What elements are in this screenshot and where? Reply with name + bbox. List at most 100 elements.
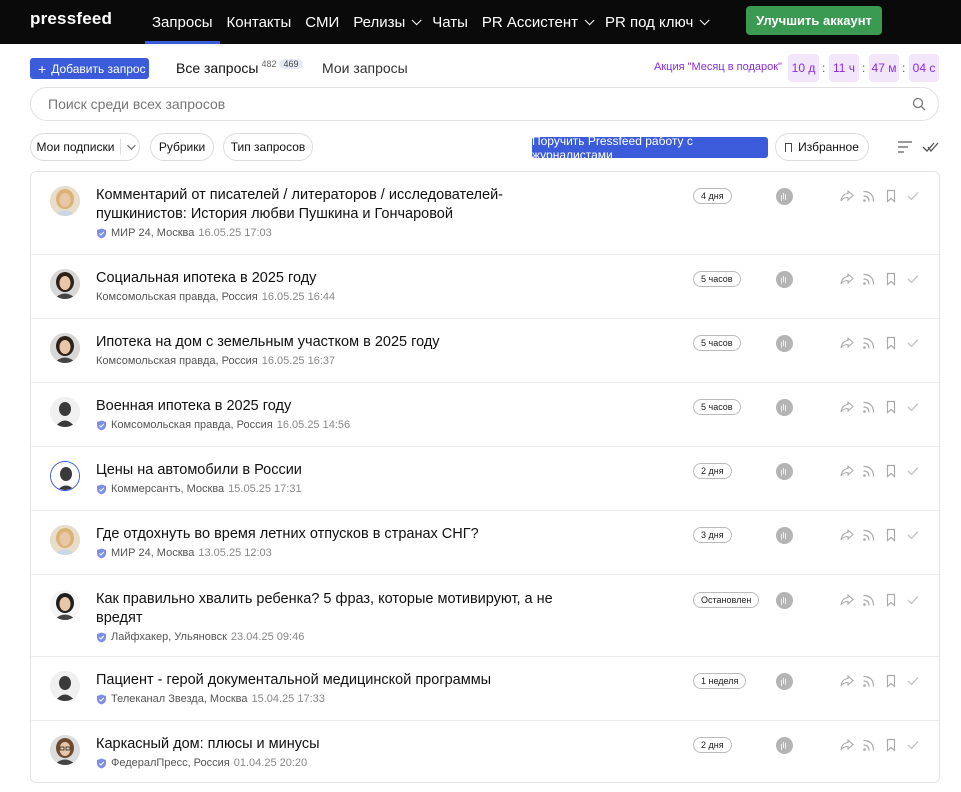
stats-icon[interactable] (776, 271, 793, 288)
tab-all-requests[interactable]: Все запросы 482 469 (176, 59, 303, 76)
check-icon[interactable] (906, 528, 920, 542)
request-source[interactable]: МИР 24, Москва (111, 227, 194, 239)
bookmark-icon[interactable] (884, 738, 898, 752)
rss-icon[interactable] (862, 528, 876, 542)
check-icon[interactable] (906, 674, 920, 688)
share-icon[interactable] (840, 738, 854, 752)
bookmark-icon[interactable] (884, 528, 898, 542)
request-title[interactable]: Как правильно хвалить ребенка? 5 фраз, к… (96, 590, 576, 628)
avatar[interactable] (50, 525, 80, 555)
subscriptions-filter[interactable]: Мои подписки (30, 133, 140, 161)
search-icon[interactable] (912, 97, 926, 111)
request-row[interactable]: Социальная ипотека в 2025 году Комсомольс… (31, 255, 939, 319)
nav-item[interactable]: Чаты (425, 0, 475, 44)
logo[interactable]: pressfeed (30, 9, 112, 29)
sort-icon[interactable] (898, 141, 912, 153)
nav-item[interactable]: PR под ключ (598, 0, 713, 44)
request-row[interactable]: Каркасный дом: плюсы и минусы ФедералПрес… (31, 721, 939, 782)
check-icon[interactable] (906, 189, 920, 203)
avatar[interactable] (50, 269, 80, 299)
avatar[interactable] (50, 461, 80, 491)
request-row[interactable]: Военная ипотека в 2025 году Комсомольская… (31, 383, 939, 447)
avatar[interactable] (50, 590, 80, 620)
avatar[interactable] (50, 397, 80, 427)
share-icon[interactable] (840, 189, 854, 203)
upgrade-account-button[interactable]: Улучшить аккаунт (746, 6, 882, 35)
nav-item[interactable]: Запросы (145, 0, 220, 44)
request-title[interactable]: Военная ипотека в 2025 году (96, 397, 576, 416)
check-icon[interactable] (906, 336, 920, 350)
bookmark-icon[interactable] (884, 272, 898, 286)
request-source[interactable]: Комсомольская правда, Россия (96, 355, 258, 367)
request-row[interactable]: Как правильно хвалить ребенка? 5 фраз, к… (31, 575, 939, 657)
request-title[interactable]: Комментарий от писателей / литераторов /… (96, 186, 576, 224)
share-icon[interactable] (840, 593, 854, 607)
request-title[interactable]: Где отдохнуть во время летних отпусков в… (96, 525, 576, 544)
favorites-button[interactable]: Избранное (775, 133, 869, 161)
bookmark-icon[interactable] (884, 336, 898, 350)
mark-all-read-icon[interactable] (922, 141, 940, 153)
stats-icon[interactable] (776, 592, 793, 609)
share-icon[interactable] (840, 528, 854, 542)
request-row[interactable]: Где отдохнуть во время летних отпусков в… (31, 511, 939, 575)
nav-item[interactable]: Релизы (346, 0, 425, 44)
avatar[interactable] (50, 333, 80, 363)
share-icon[interactable] (840, 400, 854, 414)
rss-icon[interactable] (862, 400, 876, 414)
rss-icon[interactable] (862, 738, 876, 752)
check-icon[interactable] (906, 464, 920, 478)
request-title[interactable]: Ипотека на дом с земельным участком в 20… (96, 333, 576, 352)
stats-icon[interactable] (776, 188, 793, 205)
request-title[interactable]: Цены на автомобили в России (96, 461, 576, 480)
stats-icon[interactable] (776, 673, 793, 690)
search-input[interactable] (48, 96, 868, 112)
stats-icon[interactable] (776, 463, 793, 480)
rss-icon[interactable] (862, 593, 876, 607)
request-row[interactable]: Ипотека на дом с земельным участком в 20… (31, 319, 939, 383)
rss-icon[interactable] (862, 189, 876, 203)
avatar[interactable] (50, 671, 80, 701)
check-icon[interactable] (906, 738, 920, 752)
delegate-pressfeed-button[interactable]: Поручить Pressfeed работу с журналистами (532, 134, 768, 162)
share-icon[interactable] (840, 464, 854, 478)
share-icon[interactable] (840, 336, 854, 350)
bookmark-icon[interactable] (884, 400, 898, 414)
nav-item[interactable]: Контакты (220, 0, 299, 44)
stats-icon[interactable] (776, 399, 793, 416)
request-source[interactable]: Комсомольская правда, Россия (111, 419, 273, 431)
stats-icon[interactable] (776, 737, 793, 754)
request-source[interactable]: Телеканал Звезда, Москва (111, 693, 247, 705)
request-source[interactable]: Лайфхакер, Ульяновск (111, 631, 227, 643)
request-source[interactable]: МИР 24, Москва (111, 547, 194, 559)
check-icon[interactable] (906, 400, 920, 414)
rss-icon[interactable] (862, 674, 876, 688)
rss-icon[interactable] (862, 464, 876, 478)
share-icon[interactable] (840, 272, 854, 286)
bookmark-icon[interactable] (884, 593, 898, 607)
stats-icon[interactable] (776, 527, 793, 544)
request-row[interactable]: Пациент - герой документальной медицинск… (31, 657, 939, 721)
request-row[interactable]: Цены на автомобили в России Коммерсантъ, … (31, 447, 939, 511)
share-icon[interactable] (840, 674, 854, 688)
nav-item[interactable]: СМИ (298, 0, 346, 44)
stats-icon[interactable] (776, 335, 793, 352)
tab-my-requests[interactable]: Мои запросы (322, 60, 408, 76)
request-source[interactable]: Комсомольская правда, Россия (96, 291, 258, 303)
request-type-filter[interactable]: Тип запросов (223, 133, 313, 161)
request-source[interactable]: Коммерсантъ, Москва (111, 483, 224, 495)
request-title[interactable]: Каркасный дом: плюсы и минусы (96, 735, 576, 754)
rss-icon[interactable] (862, 336, 876, 350)
rss-icon[interactable] (862, 272, 876, 286)
request-source[interactable]: ФедералПресс, Россия (111, 757, 230, 769)
check-icon[interactable] (906, 272, 920, 286)
bookmark-icon[interactable] (884, 464, 898, 478)
avatar[interactable] (50, 186, 80, 216)
rubrics-filter[interactable]: Рубрики (150, 133, 214, 161)
avatar[interactable] (50, 735, 80, 765)
nav-item[interactable]: PR Ассистент (475, 0, 598, 44)
bookmark-icon[interactable] (884, 674, 898, 688)
add-request-button[interactable]: + Добавить запрос (30, 58, 149, 79)
bookmark-icon[interactable] (884, 189, 898, 203)
check-icon[interactable] (906, 593, 920, 607)
promo-label[interactable]: Акция "Месяц в подарок" (654, 61, 782, 73)
